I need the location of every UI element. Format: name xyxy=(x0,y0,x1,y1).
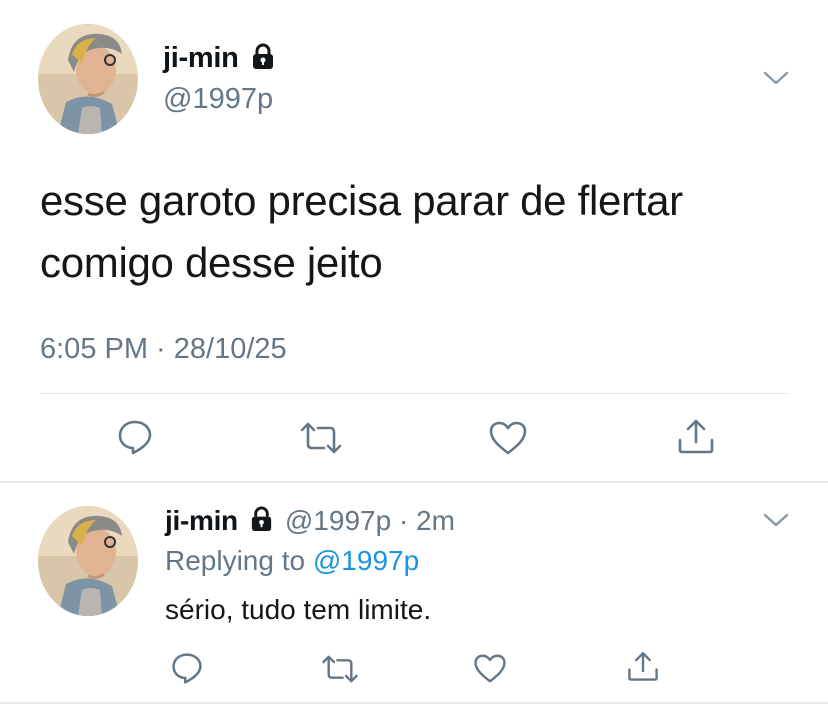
share-icon[interactable] xyxy=(626,649,660,683)
reply-text: sério, tudo tem limite. xyxy=(165,594,432,625)
author-name-row: ji-min @1997p · 2m xyxy=(165,505,455,537)
reply-icon[interactable] xyxy=(170,651,204,685)
chevron-down-icon[interactable] xyxy=(763,70,789,86)
lock-icon xyxy=(249,42,277,75)
avatar[interactable] xyxy=(38,506,138,616)
author-display-name[interactable]: ji-min xyxy=(163,42,239,75)
like-icon[interactable] xyxy=(488,420,528,456)
tweet-text-line: esse garoto precisa parar de flertar xyxy=(40,177,683,224)
tweet-text-line: comigo desse jeito xyxy=(40,239,383,286)
author-handle-time[interactable]: @1997p · 2m xyxy=(285,505,455,537)
retweet-icon[interactable] xyxy=(320,653,360,685)
author-display-name[interactable]: ji-min xyxy=(165,505,238,537)
replying-to-link[interactable]: @1997p xyxy=(313,545,419,576)
chevron-down-icon[interactable] xyxy=(763,512,789,528)
divider xyxy=(40,393,788,394)
retweet-icon[interactable] xyxy=(298,420,344,456)
reply-icon[interactable] xyxy=(116,418,154,456)
like-icon[interactable] xyxy=(473,653,507,684)
author-name-row: ji-min xyxy=(163,42,277,75)
avatar[interactable] xyxy=(38,24,138,134)
lock-icon xyxy=(248,505,275,537)
section-divider xyxy=(0,481,828,483)
replying-prefix: Replying to xyxy=(165,545,306,576)
share-icon[interactable] xyxy=(676,416,716,456)
tweet-timestamp[interactable]: 6:05 PM · 28/10/25 xyxy=(40,333,287,366)
tweet-text: esse garoto precisa parar de flertar com… xyxy=(40,170,800,294)
replying-to: Replying to @1997p xyxy=(165,545,419,577)
main-tweet: ji-min @1997p esse garoto precisa parar … xyxy=(0,0,828,480)
author-handle[interactable]: @1997p xyxy=(163,83,273,116)
